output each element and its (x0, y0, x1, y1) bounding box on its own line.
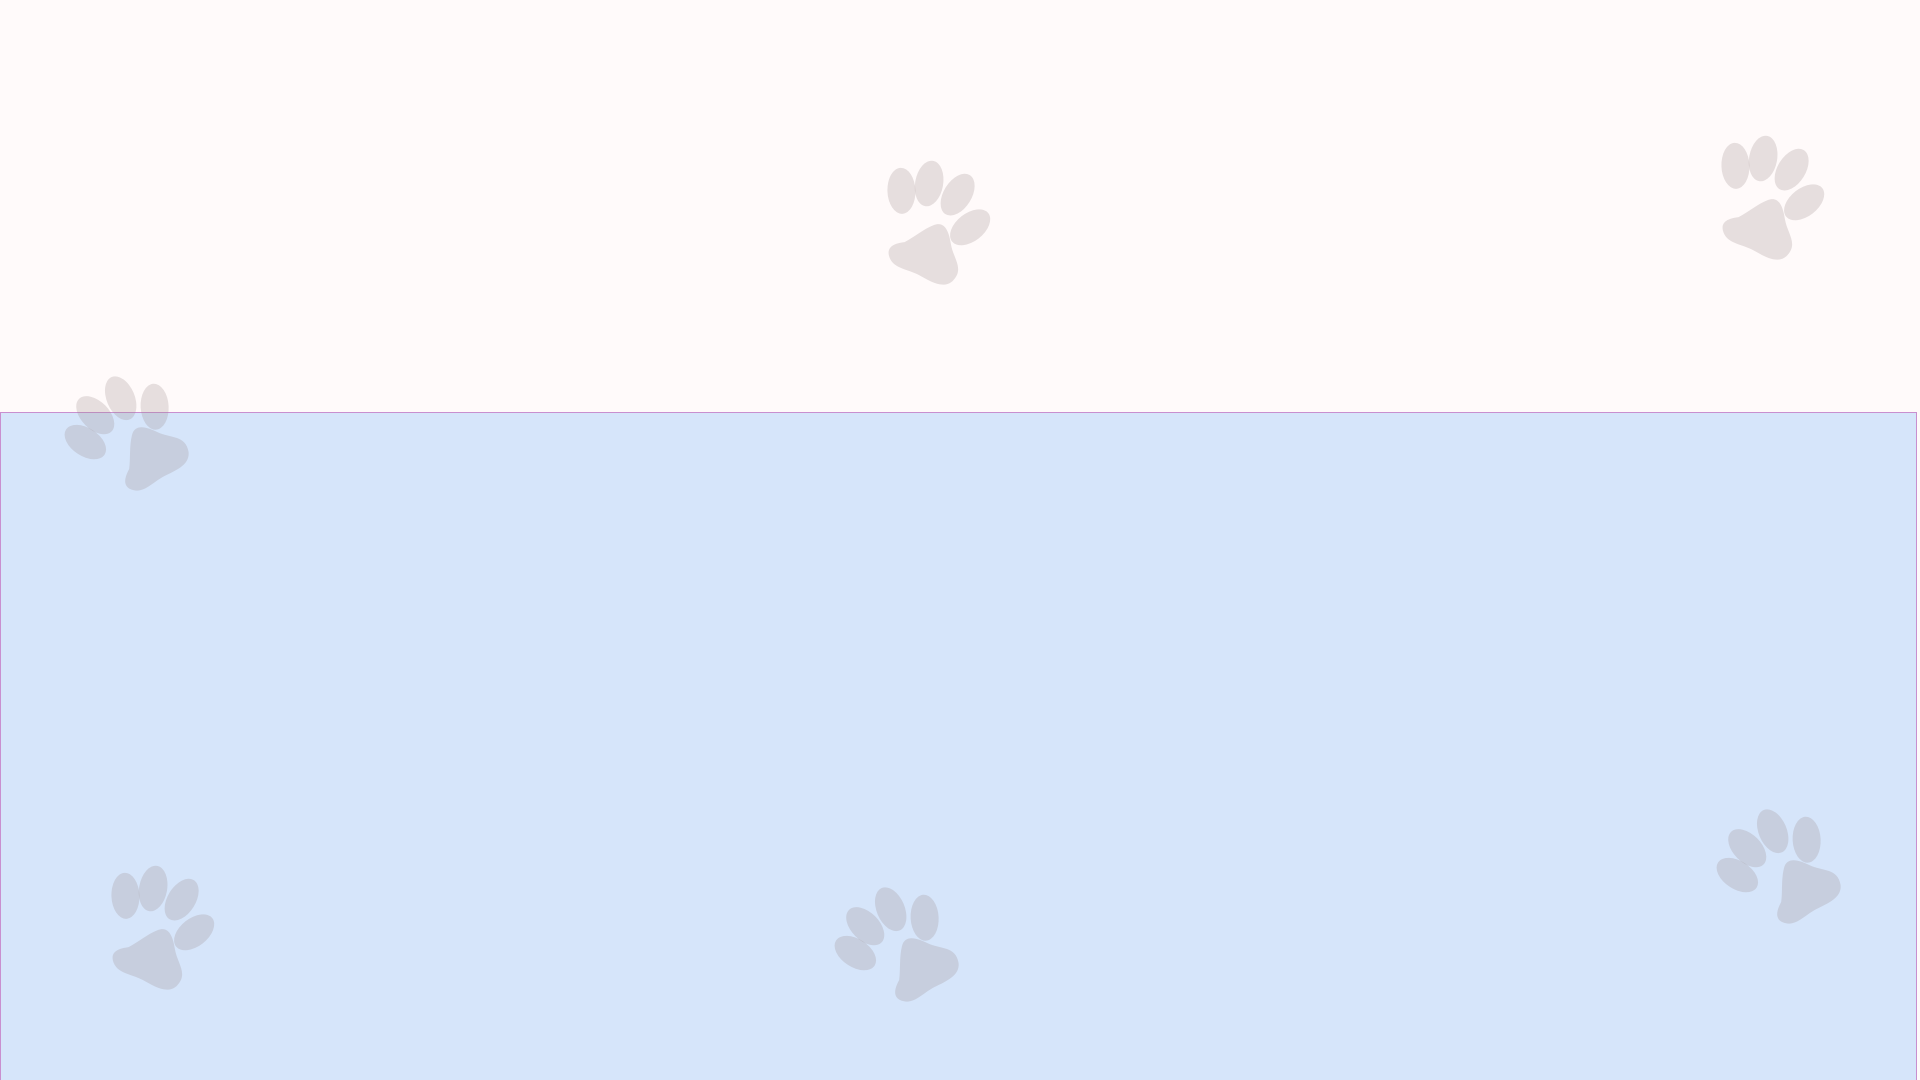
content-panel (0, 412, 1917, 1080)
top-background (0, 0, 1920, 412)
